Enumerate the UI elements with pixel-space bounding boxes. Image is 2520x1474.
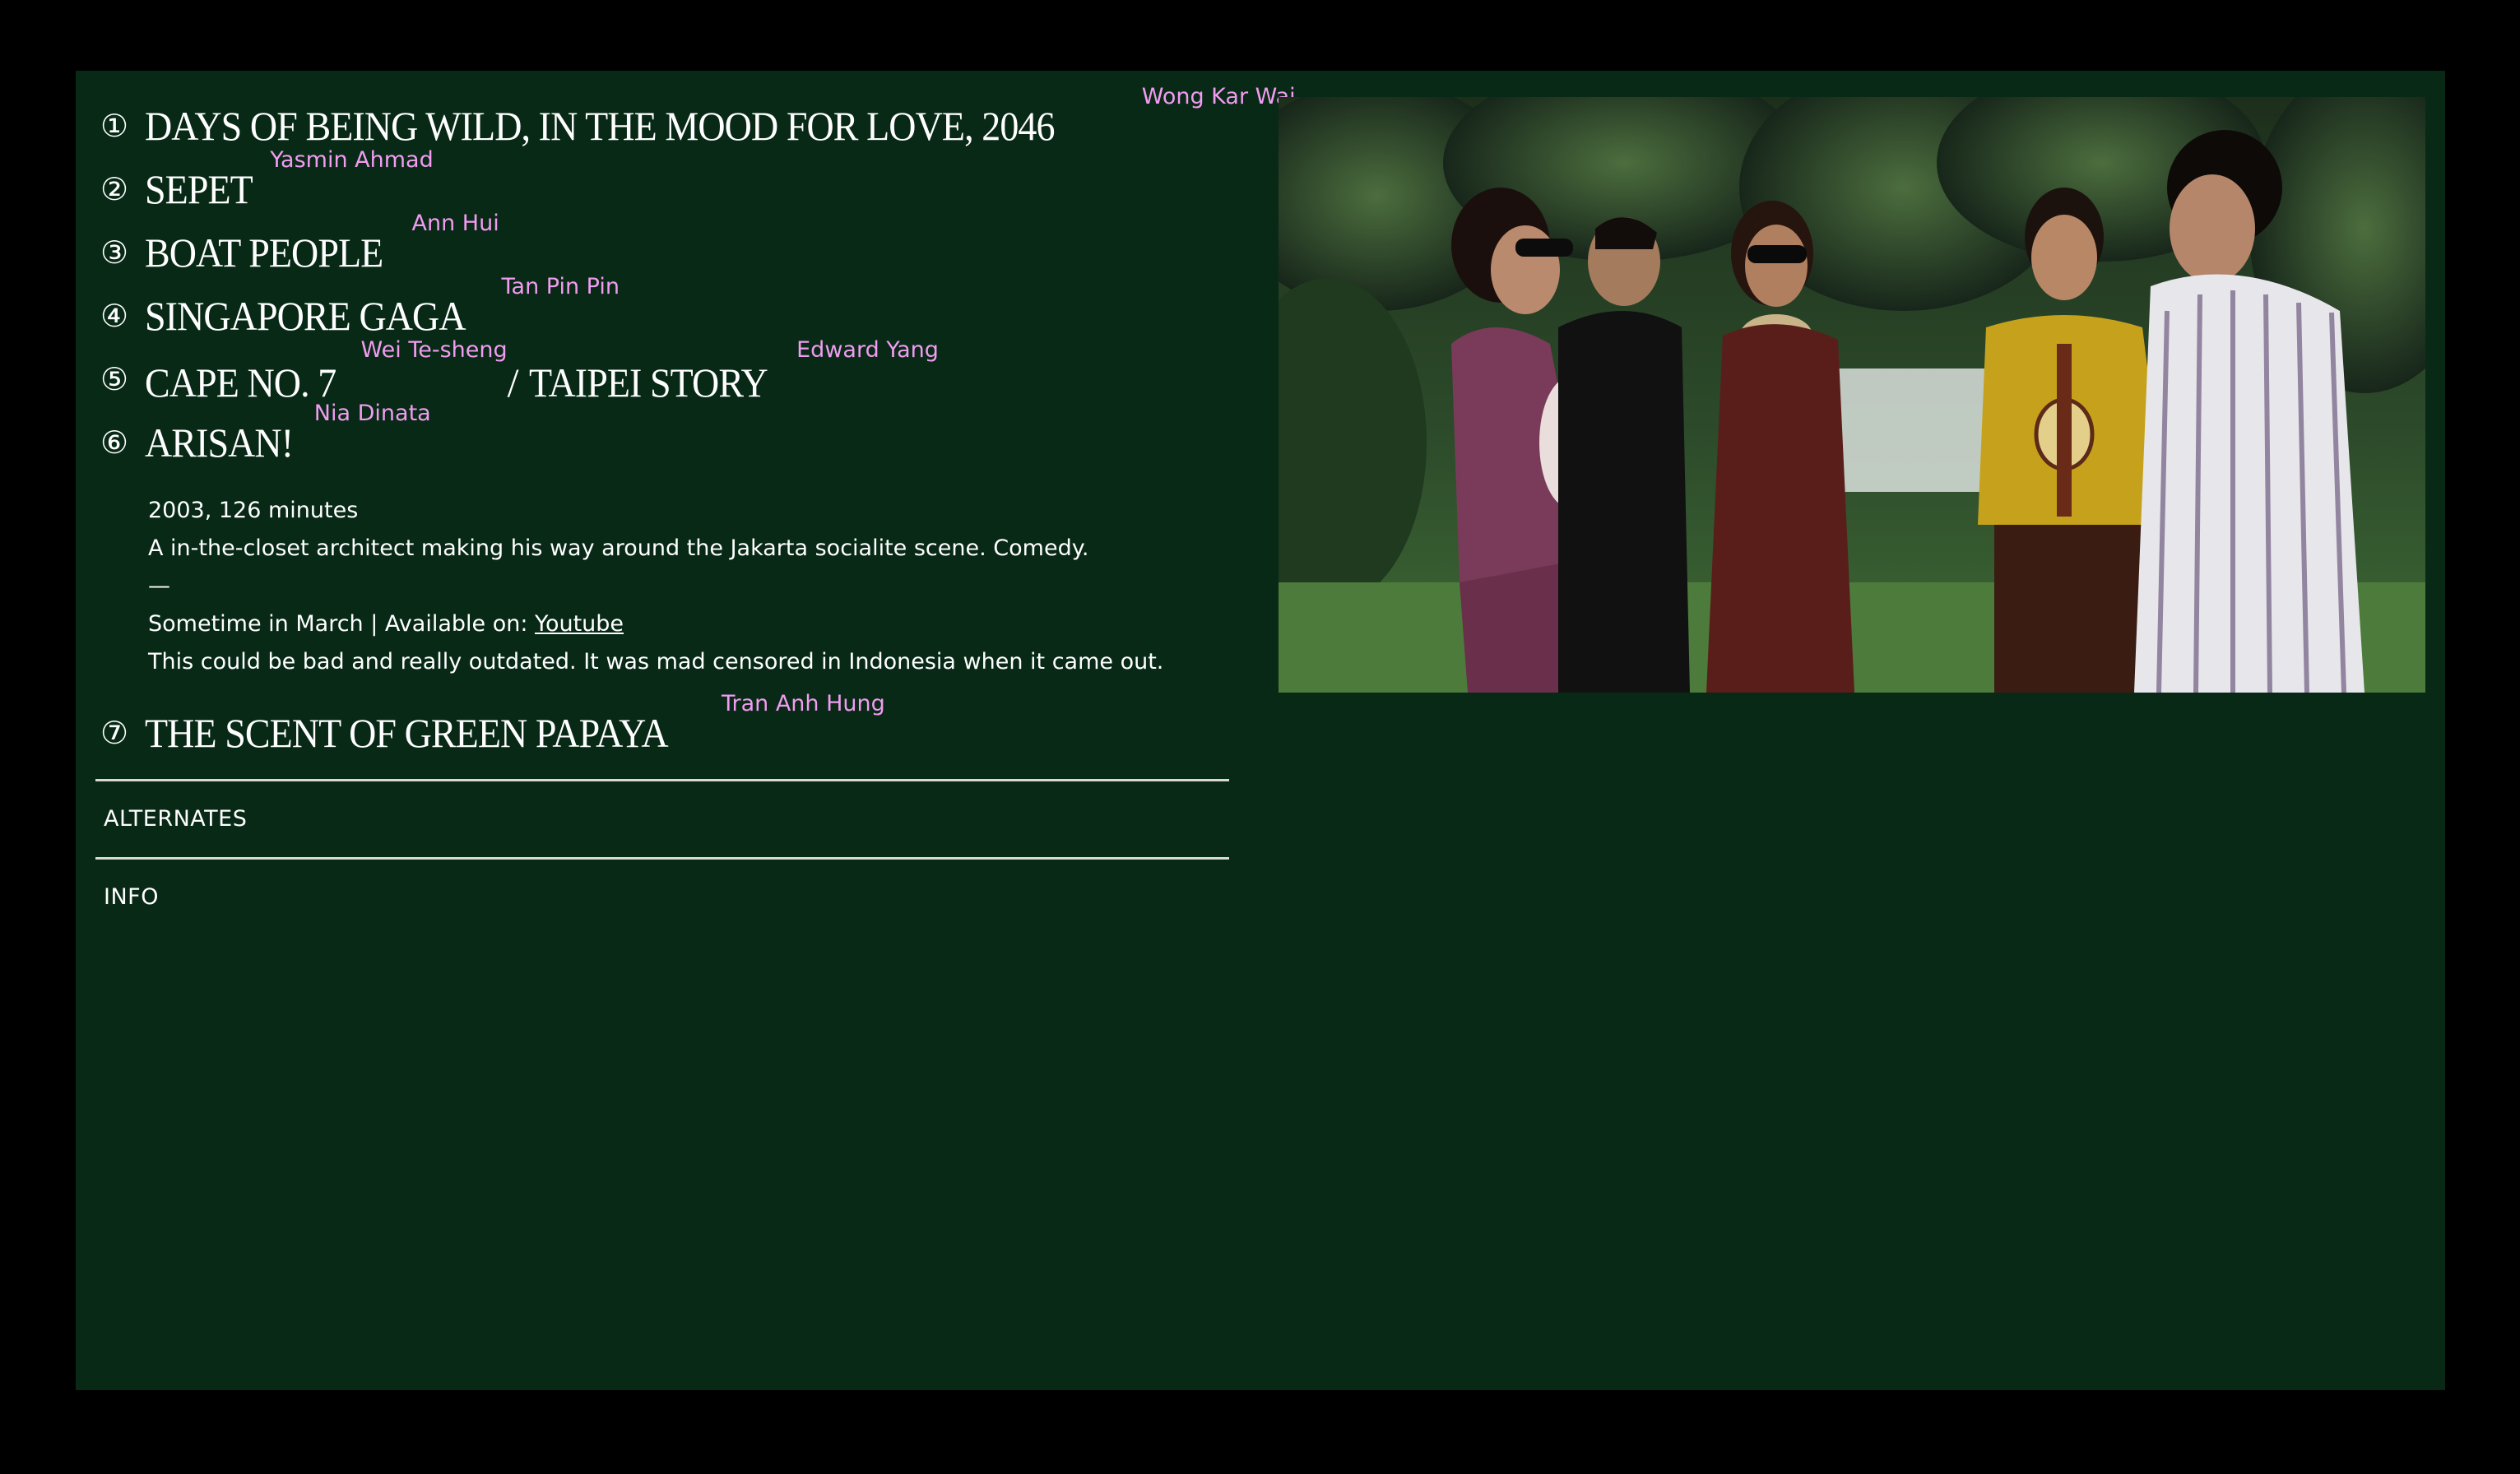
film-title[interactable]: BOAT PEOPLE	[145, 232, 383, 273]
film-director: Yasmin Ahmad	[270, 147, 434, 173]
film-title[interactable]: SINGAPORE GAGA	[145, 295, 466, 336]
film-year-runtime: 2003, 126 minutes	[148, 498, 359, 523]
film-item-1[interactable]: ① DAYS OF BEING WILD, IN THE MOOD FOR LO…	[95, 84, 1296, 159]
film-title[interactable]: CAPE NO. 7	[145, 362, 336, 403]
film-item-6[interactable]: ⑥ ARISAN! Nia Dinata	[95, 401, 1229, 475]
schedule-text: Sometime in March | Available on:	[148, 611, 536, 637]
film-director: Tran Anh Hung	[721, 691, 885, 716]
title-separator: /	[507, 359, 530, 406]
film-number: ⑦	[100, 715, 129, 751]
alternates-heading[interactable]: ALTERNATES	[104, 806, 247, 832]
film-number: ④	[100, 298, 129, 334]
info-heading[interactable]: INFO	[104, 884, 159, 910]
film-item-7[interactable]: ⑦ THE SCENT OF GREEN PAPAYA Tran Anh Hung	[95, 691, 1229, 766]
film-item-5[interactable]: ⑤ CAPE NO. 7 Wei Te-sheng/ TAIPEI STORY Ed…	[95, 337, 1229, 412]
film-number: ⑤	[100, 361, 129, 397]
film-list: ① DAYS OF BEING WILD, IN THE MOOD FOR LO…	[95, 84, 1296, 935]
info-section[interactable]: INFO	[95, 857, 1229, 935]
main-panel: ① DAYS OF BEING WILD, IN THE MOOD FOR LO…	[76, 71, 2445, 1390]
details-divider-dash: —	[148, 573, 170, 599]
alternates-section[interactable]: ALTERNATES	[95, 779, 1229, 857]
film-director: Tan Pin Pin	[501, 274, 620, 299]
film-item-4[interactable]: ④ SINGAPORE GAGA Tan Pin Pin	[95, 274, 1229, 349]
film-still-photo	[1279, 97, 2425, 693]
film-director: Wei Te-sheng	[360, 337, 508, 363]
film-director: Ann Hui	[411, 211, 499, 236]
film-title[interactable]: THE SCENT OF GREEN PAPAYA	[145, 712, 669, 753]
film-title[interactable]: DAYS OF BEING WILD, IN THE MOOD FOR LOVE…	[145, 105, 1056, 146]
film-item-3[interactable]: ③ BOAT PEOPLE Ann Hui	[95, 211, 1229, 285]
film-schedule: Sometime in March | Available on: Youtub…	[148, 605, 1229, 643]
film-director: Wong Kar Wai	[1141, 84, 1296, 109]
film-details: 2003, 126 minutes A in-the-closet archit…	[148, 492, 1229, 681]
film-title[interactable]: TAIPEI STORY	[529, 362, 768, 403]
film-item-2[interactable]: ② SEPET Yasmin Ahmad	[95, 147, 1229, 222]
youtube-link[interactable]: Youtube	[535, 611, 624, 637]
film-title[interactable]: ARISAN!	[145, 422, 294, 463]
film-still-image	[1279, 97, 2425, 693]
film-title[interactable]: SEPET	[145, 169, 253, 210]
film-director: Nia Dinata	[313, 401, 431, 426]
film-synopsis: A in-the-closet architect making his way…	[148, 535, 1089, 561]
film-number: ②	[100, 171, 129, 207]
film-number: ③	[100, 234, 129, 271]
film-number: ①	[100, 108, 129, 144]
film-number: ⑥	[100, 424, 129, 461]
film-note: This could be bad and really outdated. I…	[148, 649, 1164, 674]
film-director: Edward Yang	[796, 337, 939, 363]
